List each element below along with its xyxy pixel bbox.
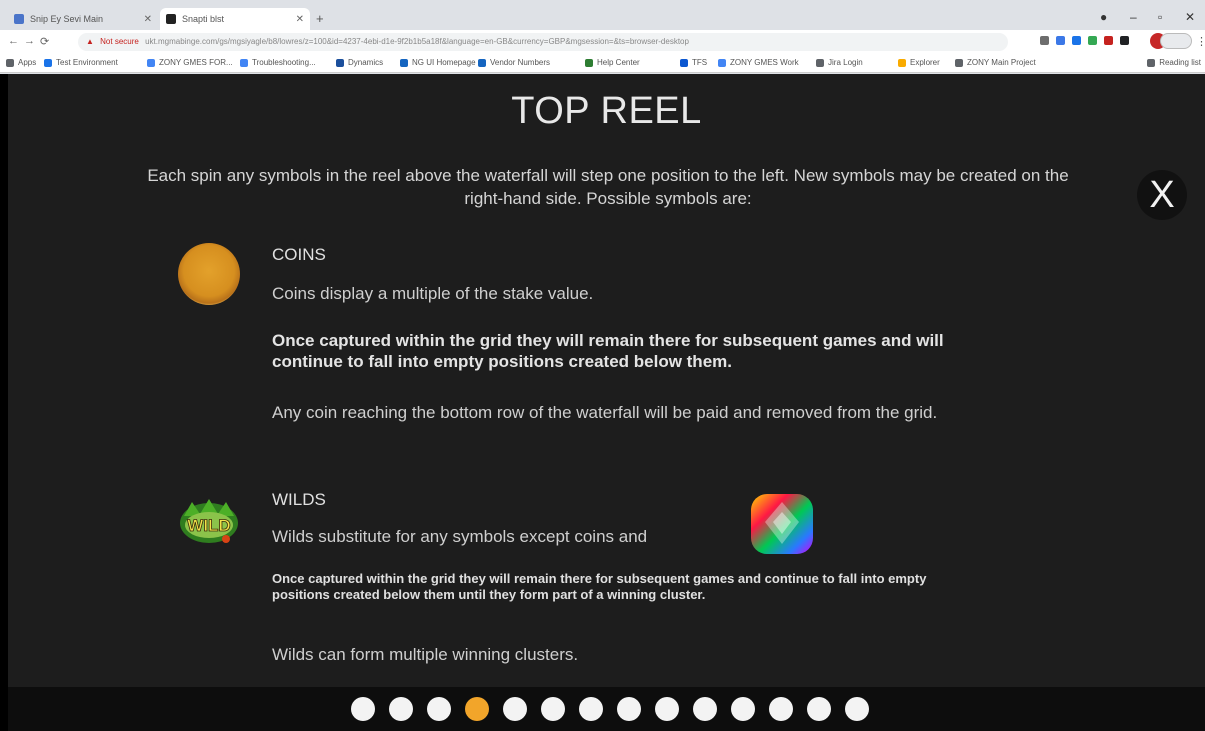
- page-dot[interactable]: [389, 697, 413, 721]
- wild-icon-text: WILD: [187, 516, 230, 535]
- bookmark-item[interactable]: Test Environment: [44, 58, 118, 67]
- page-dot[interactable]: [807, 697, 831, 721]
- bookmark-item[interactable]: ZONY GMES Work: [718, 58, 799, 67]
- bookmark-item[interactable]: ZONY Main Project: [955, 58, 1036, 67]
- browser-chrome: Snip Ey Sevi Main ✕ Snapti blst ✕ + ● – …: [0, 0, 1205, 74]
- bookmark-item[interactable]: TFS: [680, 58, 707, 67]
- page-dot[interactable]: [351, 697, 375, 721]
- bookmark-item[interactable]: Help Center: [585, 58, 640, 67]
- page-dot[interactable]: [693, 697, 717, 721]
- pagination-dots: [351, 697, 883, 721]
- bookmark-item[interactable]: ZONY GMES FOR...: [147, 58, 233, 67]
- extension-icon[interactable]: [1056, 36, 1065, 45]
- pagination-bar: [8, 687, 1205, 731]
- close-tab-icon[interactable]: ✕: [296, 14, 304, 25]
- page-dot[interactable]: [617, 697, 641, 721]
- intro-text: Each spin any symbols in the reel above …: [147, 166, 1069, 208]
- url-text: ukt.mgmabinge.com/gs/mgsiyagle/b8/lowres…: [145, 37, 689, 46]
- wilds-text-1: Wilds substitute for any symbols except …: [272, 527, 648, 546]
- tab-label: Snip Ey Sevi Main: [30, 14, 104, 24]
- bookmark-item[interactable]: Troubleshooting...: [240, 58, 316, 67]
- tab-2[interactable]: Snapti blst ✕: [160, 8, 310, 30]
- page-dot[interactable]: [427, 697, 451, 721]
- wilds-heading: WILDS: [272, 490, 326, 509]
- paytable-page: TOP REEL Each spin any symbols in the re…: [8, 74, 1205, 731]
- bookmark-item[interactable]: Jira Login: [816, 58, 863, 67]
- reload-icon[interactable]: ⟳: [40, 35, 49, 48]
- page-dot[interactable]: [731, 697, 755, 721]
- page-dot[interactable]: [541, 697, 565, 721]
- close-button[interactable]: X: [1137, 170, 1187, 220]
- bookmark-item[interactable]: NG UI Homepage: [400, 58, 476, 67]
- bookmarks-bar: Apps Test Environment ZONY GMES FOR... T…: [0, 54, 1205, 73]
- forward-icon[interactable]: →: [24, 35, 35, 47]
- reading-list-button[interactable]: Reading list: [1147, 58, 1201, 67]
- wilds-text-3: Wilds can form multiple winning clusters…: [272, 645, 579, 664]
- coins-text-2: Once captured within the grid they will …: [272, 331, 944, 371]
- tab-favicon: [14, 14, 24, 24]
- extension-icon[interactable]: [1120, 36, 1129, 45]
- page-dot[interactable]: [579, 697, 603, 721]
- page-dot-active[interactable]: [465, 697, 489, 721]
- maximize-icon[interactable]: ▫: [1158, 10, 1162, 24]
- bookmark-item[interactable]: Vendor Numbers: [478, 58, 550, 67]
- page-title: TOP REEL: [511, 90, 702, 132]
- extension-icon[interactable]: [1088, 36, 1097, 45]
- address-bar[interactable]: ▲ Not secure ukt.mgmabinge.com/gs/mgsiya…: [78, 33, 1008, 51]
- close-tab-icon[interactable]: ✕: [144, 14, 152, 25]
- minimize-icon[interactable]: –: [1130, 10, 1137, 24]
- profile-button[interactable]: [1160, 33, 1192, 49]
- coins-heading: COINS: [272, 245, 326, 264]
- chrome-menu-icon[interactable]: ●: [1100, 10, 1107, 24]
- tab-strip: Snip Ey Sevi Main ✕ Snapti blst ✕ + ● – …: [0, 6, 1205, 30]
- browser-toolbar: ← → ⟳ ▲ Not secure ukt.mgmabinge.com/gs/…: [0, 30, 1205, 54]
- more-menu-icon[interactable]: ⋮: [1196, 35, 1205, 48]
- coin-icon: [178, 243, 240, 305]
- page-dot[interactable]: [845, 697, 869, 721]
- page-dot[interactable]: [655, 697, 679, 721]
- page-dot[interactable]: [503, 697, 527, 721]
- back-icon[interactable]: ←: [8, 35, 19, 47]
- window-close-icon[interactable]: ✕: [1185, 10, 1195, 24]
- gem-scatter-icon: [751, 494, 813, 554]
- tab-favicon: [166, 14, 176, 24]
- not-secure-icon: ▲: [86, 37, 94, 46]
- extension-icon[interactable]: [1040, 36, 1049, 45]
- extension-icon[interactable]: [1104, 36, 1113, 45]
- wilds-text-2: Once captured within the grid they will …: [272, 571, 927, 602]
- wild-icon: WILD: [180, 499, 238, 543]
- coins-text-3: Any coin reaching the bottom row of the …: [272, 403, 938, 422]
- tab-label: Snapti blst: [182, 14, 225, 24]
- tab-1[interactable]: Snip Ey Sevi Main ✕: [8, 8, 158, 30]
- coins-text-1: Coins display a multiple of the stake va…: [272, 284, 594, 303]
- bookmark-item[interactable]: Apps: [6, 58, 36, 67]
- page-dot[interactable]: [769, 697, 793, 721]
- extension-icon[interactable]: [1072, 36, 1081, 45]
- bookmark-item[interactable]: Explorer: [898, 58, 940, 67]
- new-tab-icon[interactable]: +: [316, 11, 324, 26]
- bookmark-item[interactable]: Dynamics: [336, 58, 383, 67]
- security-label: Not secure: [100, 37, 139, 46]
